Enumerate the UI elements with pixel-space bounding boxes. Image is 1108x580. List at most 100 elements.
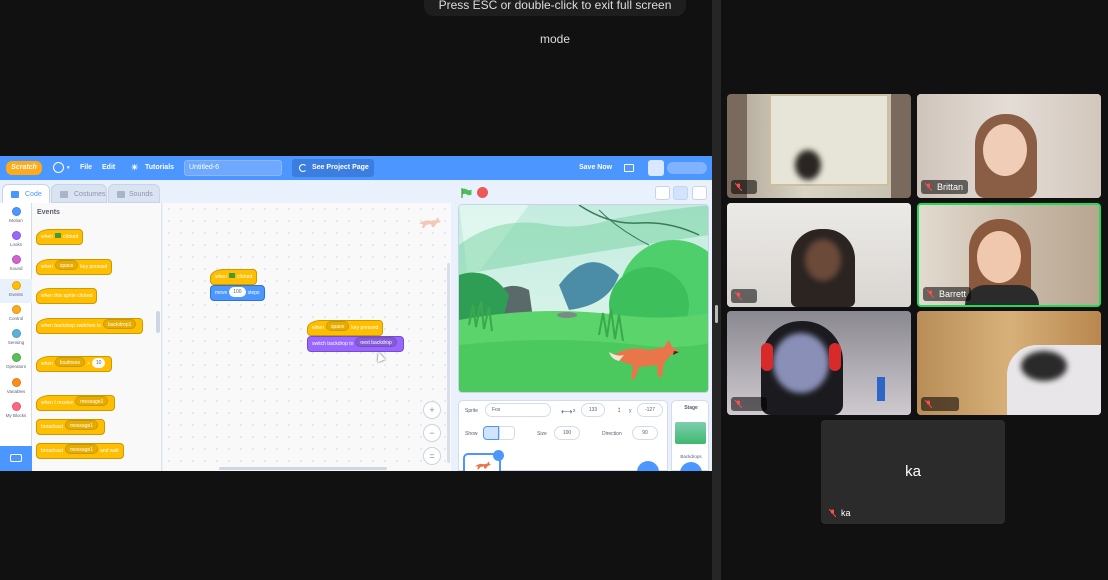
script-when-key-pressed[interactable]: when space key pressed [307,320,384,336]
category-variables[interactable]: Variables [0,378,32,394]
palette-scrollbar[interactable] [156,311,160,333]
block-palette: Events when clicked when space key pressed … [32,203,162,471]
tab-code[interactable]: Code [2,184,50,203]
participant-initials: ka [905,463,921,480]
participant-tile-ka[interactable]: ka ka [821,420,1005,524]
fullscreen-icon[interactable] [692,186,707,200]
block-broadcast[interactable]: broadcast message1 [36,419,106,435]
stop-icon[interactable] [477,187,488,198]
x-position-input[interactable]: 133 [581,403,605,417]
project-title-input[interactable]: Untitled-6 [184,160,282,176]
participant-tile-barrett[interactable]: Barrett [917,203,1101,307]
tutorials-menu[interactable]: Tutorials [145,164,174,171]
category-label: My Blocks [5,413,27,418]
fox-sprite-icon [419,217,441,228]
zoom-reset-button[interactable]: = [423,447,441,465]
block-when-i-receive[interactable]: when I receive message1 [36,395,116,411]
message-dropdown[interactable]: message1 [75,396,109,406]
y-label: y [629,408,632,414]
sprite-name-input[interactable]: Fox [485,403,551,417]
split-divider[interactable] [712,0,721,580]
show-hidden-icon[interactable] [499,426,515,440]
message-dropdown[interactable]: message1 [64,444,99,454]
workspace-vertical-scrollbar[interactable] [447,263,450,463]
block-text: when [41,361,53,367]
category-operators[interactable]: Operators [0,353,32,369]
message-dropdown[interactable]: message1 [64,420,99,430]
code-workspace[interactable]: when clicked move 100 steps when space key pr… [163,203,451,471]
tab-costumes[interactable]: Costumes [51,184,107,203]
save-now-button[interactable]: Save Now [579,164,612,171]
block-when-key-pressed[interactable]: when space key pressed [36,259,113,275]
backdrop-dropdown[interactable]: next backdrop [355,337,397,347]
account-menu[interactable] [667,162,707,174]
participant-tile-brittan[interactable]: Brittan [917,94,1101,198]
backdrop-dropdown[interactable]: backdrop1 [103,319,137,329]
script-when-flag-clicked[interactable]: when clicked [210,269,258,285]
backdrop-thumbnail[interactable] [675,422,706,444]
see-project-page-button[interactable]: See Project Page [292,159,374,177]
menu-bar: Scratch ▾ File Edit ☀ Tutorials Untitled… [0,156,712,180]
stage-canvas[interactable] [458,204,709,393]
scratch-editor: Scratch ▾ File Edit ☀ Tutorials Untitled… [0,156,712,471]
category-events[interactable]: Events [0,279,32,303]
block-text: when [41,234,53,240]
category-sensing[interactable]: Sensing [0,329,32,345]
sensor-dropdown[interactable]: loudness [54,357,85,367]
small-stage-icon[interactable] [655,186,670,200]
fullscreen-notice: Press ESC or double-click to exit full s… [424,0,686,46]
choose-backdrop-button[interactable] [680,462,702,471]
events-dot-icon [11,281,21,290]
lightbulb-icon: ☀ [131,163,139,172]
delete-sprite-icon[interactable] [493,450,504,461]
value-input[interactable]: 10 [91,358,106,368]
file-menu[interactable]: File [80,164,92,171]
category-sound[interactable]: Sound [0,255,32,271]
category-looks[interactable]: Looks [0,231,32,247]
add-extension-button[interactable] [0,446,32,471]
category-motion[interactable]: Motion [0,207,32,223]
scratch-logo[interactable]: Scratch [6,161,42,175]
sprite-thumbnail-fox[interactable] [463,450,504,471]
user-avatar[interactable] [648,160,664,176]
script-switch-backdrop[interactable]: switch backdrop to next backdrop [307,336,404,352]
tab-sounds[interactable]: Sounds [108,184,160,203]
participant-name: Brittan [937,182,964,192]
category-my-blocks[interactable]: My Blocks [0,402,32,418]
participant-tile-1[interactable] [727,94,911,198]
zoom-in-button[interactable]: + [423,401,441,419]
zoom-out-button[interactable]: − [423,424,441,442]
size-input[interactable]: 100 [554,426,580,440]
chevron-down-icon[interactable]: ▾ [67,165,70,171]
block-text: and wait [100,448,119,454]
participant-tile-5[interactable] [727,311,911,415]
key-dropdown[interactable]: space [325,321,350,331]
large-stage-icon[interactable] [673,186,688,200]
block-broadcast-and-wait[interactable]: broadcast message1 and wait [36,443,124,459]
edit-menu[interactable]: Edit [102,164,115,171]
block-when-backdrop-switches[interactable]: when backdrop switches to backdrop1 [36,318,144,334]
block-when-loudness[interactable]: when loudness >10 [36,356,113,372]
block-when-sprite-clicked[interactable]: when this sprite clicked [36,288,98,304]
stage-target-pane[interactable]: Stage Backdrops [671,400,709,471]
script-move-steps[interactable]: move 100 steps [210,285,265,301]
participant-tile-6[interactable] [917,311,1101,415]
block-when-flag-clicked[interactable]: when clicked [36,229,84,245]
choose-sprite-button[interactable] [637,461,659,471]
category-label: Looks [9,242,22,247]
folder-icon[interactable] [624,164,634,172]
y-position-input[interactable]: -127 [637,403,663,417]
globe-icon[interactable] [53,162,64,173]
show-visible-icon[interactable] [483,426,499,440]
see-project-label: See Project Page [312,164,369,171]
direction-input[interactable]: 90 [632,426,658,440]
looks-dot-icon [11,231,21,240]
participant-tile-3[interactable] [727,203,911,307]
workspace-horizontal-scrollbar[interactable] [219,467,387,470]
key-dropdown[interactable]: space [54,260,79,270]
category-control[interactable]: Control [0,305,32,321]
divider-handle[interactable] [715,305,718,323]
steps-input[interactable]: 100 [229,287,246,297]
green-flag-icon[interactable] [461,188,472,198]
category-label: Sensing [7,340,25,345]
